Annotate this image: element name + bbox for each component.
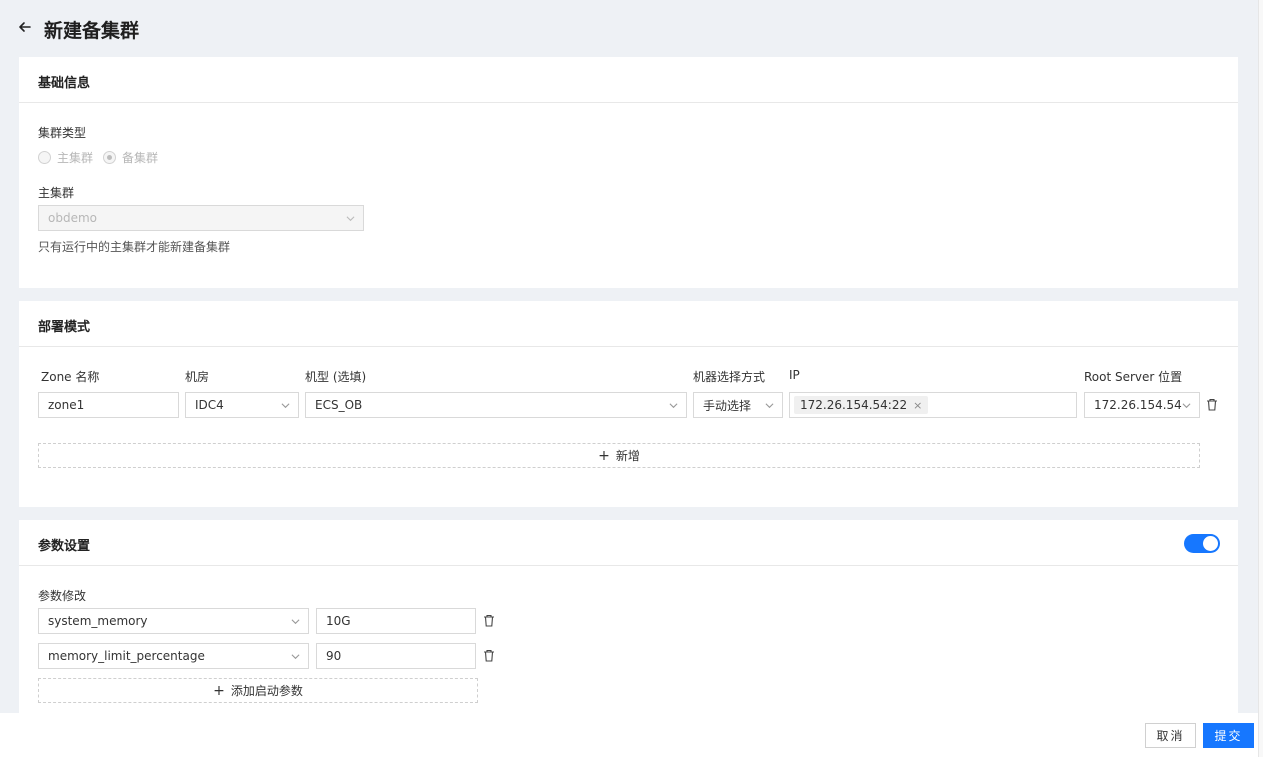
chevron-down-icon [281, 403, 290, 409]
primary-cluster-hint: 只有运行中的主集群才能新建备集群 [38, 240, 231, 254]
chevron-down-icon [1182, 403, 1191, 409]
deploy-title: 部署模式 [19, 301, 1238, 347]
submit-button[interactable]: 提交 [1203, 723, 1254, 748]
zone-name-input[interactable]: zone1 [38, 392, 179, 418]
chevron-down-icon [765, 403, 774, 409]
col-ip: IP [789, 368, 800, 382]
page-title: 新建备集群 [44, 20, 140, 42]
add-param-label: 添加启动参数 [230, 684, 303, 698]
chevron-down-icon [291, 619, 300, 625]
params-title: 参数设置 [19, 520, 1238, 566]
ip-tag-label: 172.26.154.54:22 [800, 398, 908, 412]
chevron-down-icon [291, 654, 300, 660]
plus-icon: + [213, 682, 225, 699]
zone-name-value: zone1 [48, 398, 85, 412]
cluster-type-label: 集群类型 [38, 126, 87, 140]
param-modify-label: 参数修改 [38, 589, 87, 603]
root-server-value: 172.26.154.54 [1094, 398, 1182, 412]
deploy-card: 部署模式 Zone 名称 机房 机型 (选填) 机器选择方式 IP Root S… [19, 301, 1238, 507]
primary-cluster-label: 主集群 [38, 186, 75, 200]
param-value: 90 [326, 649, 342, 663]
basic-info-card: 基础信息 集群类型 主集群 备集群 主集群 obdemo 只有运行中的主集群才能… [19, 57, 1238, 288]
idc-select[interactable]: IDC4 [185, 392, 299, 418]
primary-cluster-select[interactable]: obdemo [38, 205, 364, 231]
param-value-input[interactable]: 90 [316, 643, 476, 669]
radio-primary-cluster[interactable]: 主集群 [38, 149, 93, 166]
model-value: ECS_OB [315, 398, 363, 412]
radio-primary-dot [38, 151, 51, 164]
trash-icon[interactable] [1206, 398, 1218, 411]
radio-standby-label: 备集群 [122, 151, 159, 165]
col-select-mode: 机器选择方式 [693, 370, 766, 384]
idc-value: IDC4 [195, 398, 224, 412]
trash-icon[interactable] [483, 649, 495, 662]
param-name-select[interactable]: system_memory [38, 608, 309, 634]
add-zone-button[interactable]: + 新增 [38, 443, 1200, 468]
params-card: 参数设置 参数修改 system_memory 10G memory_limit… [19, 520, 1238, 713]
plus-icon: + [598, 447, 610, 464]
chevron-down-icon [346, 216, 355, 222]
params-toggle[interactable] [1184, 534, 1220, 553]
basic-info-title: 基础信息 [19, 57, 1238, 103]
model-select[interactable]: ECS_OB [305, 392, 687, 418]
root-server-select[interactable]: 172.26.154.54 [1084, 392, 1200, 418]
select-mode-select[interactable]: 手动选择 [693, 392, 783, 418]
col-idc: 机房 [185, 370, 210, 384]
close-icon[interactable]: × [913, 399, 922, 412]
param-value: 10G [326, 614, 351, 628]
param-value-input[interactable]: 10G [316, 608, 476, 634]
chevron-down-icon [669, 403, 678, 409]
col-root-server: Root Server 位置 [1084, 370, 1183, 384]
radio-standby-cluster[interactable]: 备集群 [103, 149, 158, 166]
page-header: 新建备集群 [0, 0, 1258, 57]
param-name-value: memory_limit_percentage [48, 649, 205, 663]
radio-primary-label: 主集群 [57, 151, 94, 165]
col-model: 机型 (选填) [305, 370, 367, 384]
primary-cluster-value: obdemo [48, 211, 97, 225]
trash-icon[interactable] [483, 614, 495, 627]
radio-standby-dot [103, 151, 116, 164]
col-zone-name: Zone 名称 [41, 370, 100, 384]
add-param-button[interactable]: + 添加启动参数 [38, 678, 478, 703]
cancel-button[interactable]: 取消 [1145, 723, 1196, 748]
ip-tag: 172.26.154.54:22 × [794, 396, 929, 414]
add-zone-label: 新增 [615, 449, 640, 463]
toggle-knob [1203, 536, 1218, 551]
scrollbar[interactable] [1258, 0, 1263, 757]
ip-multi-select[interactable]: 172.26.154.54:22 × [789, 392, 1077, 418]
param-name-select[interactable]: memory_limit_percentage [38, 643, 309, 669]
select-mode-value: 手动选择 [703, 398, 752, 413]
param-name-value: system_memory [48, 614, 148, 628]
footer-bar: 取消 提交 [0, 713, 1258, 757]
back-arrow-icon[interactable] [17, 19, 35, 37]
